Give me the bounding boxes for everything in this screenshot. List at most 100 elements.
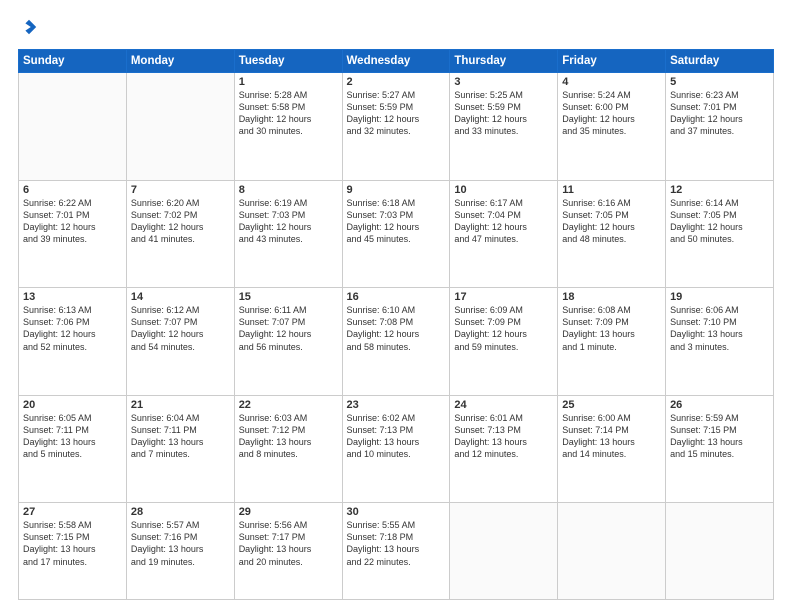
calendar-cell: 18Sunrise: 6:08 AM Sunset: 7:09 PM Dayli… xyxy=(558,288,666,396)
calendar-cell: 6Sunrise: 6:22 AM Sunset: 7:01 PM Daylig… xyxy=(19,180,127,288)
day-number: 30 xyxy=(347,506,446,518)
calendar-cell: 11Sunrise: 6:16 AM Sunset: 7:05 PM Dayli… xyxy=(558,180,666,288)
calendar-cell: 21Sunrise: 6:04 AM Sunset: 7:11 PM Dayli… xyxy=(126,395,234,503)
cell-info: Sunrise: 6:18 AM Sunset: 7:03 PM Dayligh… xyxy=(347,197,446,246)
day-number: 3 xyxy=(454,76,553,88)
calendar-table: SundayMondayTuesdayWednesdayThursdayFrid… xyxy=(18,49,774,600)
cell-info: Sunrise: 6:09 AM Sunset: 7:09 PM Dayligh… xyxy=(454,304,553,353)
cell-info: Sunrise: 5:58 AM Sunset: 7:15 PM Dayligh… xyxy=(23,519,122,568)
calendar-cell: 22Sunrise: 6:03 AM Sunset: 7:12 PM Dayli… xyxy=(234,395,342,503)
cell-info: Sunrise: 6:12 AM Sunset: 7:07 PM Dayligh… xyxy=(131,304,230,353)
day-number: 17 xyxy=(454,291,553,303)
day-number: 9 xyxy=(347,184,446,196)
cell-info: Sunrise: 5:28 AM Sunset: 5:58 PM Dayligh… xyxy=(239,89,338,138)
weekday-header: Saturday xyxy=(666,50,774,73)
cell-info: Sunrise: 5:57 AM Sunset: 7:16 PM Dayligh… xyxy=(131,519,230,568)
calendar-cell: 28Sunrise: 5:57 AM Sunset: 7:16 PM Dayli… xyxy=(126,503,234,600)
day-number: 4 xyxy=(562,76,661,88)
cell-info: Sunrise: 5:25 AM Sunset: 5:59 PM Dayligh… xyxy=(454,89,553,138)
calendar-cell xyxy=(450,503,558,600)
cell-info: Sunrise: 6:23 AM Sunset: 7:01 PM Dayligh… xyxy=(670,89,769,138)
calendar-cell: 8Sunrise: 6:19 AM Sunset: 7:03 PM Daylig… xyxy=(234,180,342,288)
day-number: 15 xyxy=(239,291,338,303)
day-number: 5 xyxy=(670,76,769,88)
day-number: 7 xyxy=(131,184,230,196)
calendar-week-row: 6Sunrise: 6:22 AM Sunset: 7:01 PM Daylig… xyxy=(19,180,774,288)
calendar-cell: 5Sunrise: 6:23 AM Sunset: 7:01 PM Daylig… xyxy=(666,73,774,181)
calendar-cell: 24Sunrise: 6:01 AM Sunset: 7:13 PM Dayli… xyxy=(450,395,558,503)
day-number: 27 xyxy=(23,506,122,518)
day-number: 19 xyxy=(670,291,769,303)
weekday-header: Wednesday xyxy=(342,50,450,73)
page: SundayMondayTuesdayWednesdayThursdayFrid… xyxy=(0,0,792,612)
day-number: 2 xyxy=(347,76,446,88)
day-number: 8 xyxy=(239,184,338,196)
cell-info: Sunrise: 6:00 AM Sunset: 7:14 PM Dayligh… xyxy=(562,412,661,461)
day-number: 26 xyxy=(670,399,769,411)
calendar-cell: 23Sunrise: 6:02 AM Sunset: 7:13 PM Dayli… xyxy=(342,395,450,503)
cell-info: Sunrise: 5:24 AM Sunset: 6:00 PM Dayligh… xyxy=(562,89,661,138)
weekday-header: Friday xyxy=(558,50,666,73)
logo-icon xyxy=(20,18,38,36)
calendar-cell: 20Sunrise: 6:05 AM Sunset: 7:11 PM Dayli… xyxy=(19,395,127,503)
calendar-cell xyxy=(19,73,127,181)
day-number: 21 xyxy=(131,399,230,411)
calendar-cell: 13Sunrise: 6:13 AM Sunset: 7:06 PM Dayli… xyxy=(19,288,127,396)
calendar-cell xyxy=(558,503,666,600)
calendar-week-row: 27Sunrise: 5:58 AM Sunset: 7:15 PM Dayli… xyxy=(19,503,774,600)
cell-info: Sunrise: 5:56 AM Sunset: 7:17 PM Dayligh… xyxy=(239,519,338,568)
cell-info: Sunrise: 6:06 AM Sunset: 7:10 PM Dayligh… xyxy=(670,304,769,353)
cell-info: Sunrise: 6:17 AM Sunset: 7:04 PM Dayligh… xyxy=(454,197,553,246)
calendar-week-row: 1Sunrise: 5:28 AM Sunset: 5:58 PM Daylig… xyxy=(19,73,774,181)
calendar-week-row: 20Sunrise: 6:05 AM Sunset: 7:11 PM Dayli… xyxy=(19,395,774,503)
cell-info: Sunrise: 6:05 AM Sunset: 7:11 PM Dayligh… xyxy=(23,412,122,461)
calendar-cell: 12Sunrise: 6:14 AM Sunset: 7:05 PM Dayli… xyxy=(666,180,774,288)
cell-info: Sunrise: 6:19 AM Sunset: 7:03 PM Dayligh… xyxy=(239,197,338,246)
calendar-cell: 9Sunrise: 6:18 AM Sunset: 7:03 PM Daylig… xyxy=(342,180,450,288)
day-number: 13 xyxy=(23,291,122,303)
calendar-cell: 26Sunrise: 5:59 AM Sunset: 7:15 PM Dayli… xyxy=(666,395,774,503)
calendar-cell xyxy=(666,503,774,600)
day-number: 23 xyxy=(347,399,446,411)
weekday-header: Tuesday xyxy=(234,50,342,73)
calendar-cell: 30Sunrise: 5:55 AM Sunset: 7:18 PM Dayli… xyxy=(342,503,450,600)
cell-info: Sunrise: 5:27 AM Sunset: 5:59 PM Dayligh… xyxy=(347,89,446,138)
calendar-cell: 2Sunrise: 5:27 AM Sunset: 5:59 PM Daylig… xyxy=(342,73,450,181)
calendar-cell: 3Sunrise: 5:25 AM Sunset: 5:59 PM Daylig… xyxy=(450,73,558,181)
calendar-cell xyxy=(126,73,234,181)
cell-info: Sunrise: 6:04 AM Sunset: 7:11 PM Dayligh… xyxy=(131,412,230,461)
cell-info: Sunrise: 5:55 AM Sunset: 7:18 PM Dayligh… xyxy=(347,519,446,568)
cell-info: Sunrise: 5:59 AM Sunset: 7:15 PM Dayligh… xyxy=(670,412,769,461)
calendar-cell: 10Sunrise: 6:17 AM Sunset: 7:04 PM Dayli… xyxy=(450,180,558,288)
calendar-cell: 27Sunrise: 5:58 AM Sunset: 7:15 PM Dayli… xyxy=(19,503,127,600)
calendar-cell: 29Sunrise: 5:56 AM Sunset: 7:17 PM Dayli… xyxy=(234,503,342,600)
cell-info: Sunrise: 6:03 AM Sunset: 7:12 PM Dayligh… xyxy=(239,412,338,461)
cell-info: Sunrise: 6:22 AM Sunset: 7:01 PM Dayligh… xyxy=(23,197,122,246)
calendar-cell: 14Sunrise: 6:12 AM Sunset: 7:07 PM Dayli… xyxy=(126,288,234,396)
day-number: 11 xyxy=(562,184,661,196)
calendar-cell: 17Sunrise: 6:09 AM Sunset: 7:09 PM Dayli… xyxy=(450,288,558,396)
cell-info: Sunrise: 6:01 AM Sunset: 7:13 PM Dayligh… xyxy=(454,412,553,461)
calendar-cell: 7Sunrise: 6:20 AM Sunset: 7:02 PM Daylig… xyxy=(126,180,234,288)
day-number: 20 xyxy=(23,399,122,411)
cell-info: Sunrise: 6:20 AM Sunset: 7:02 PM Dayligh… xyxy=(131,197,230,246)
day-number: 25 xyxy=(562,399,661,411)
cell-info: Sunrise: 6:10 AM Sunset: 7:08 PM Dayligh… xyxy=(347,304,446,353)
weekday-header: Monday xyxy=(126,50,234,73)
day-number: 22 xyxy=(239,399,338,411)
cell-info: Sunrise: 6:13 AM Sunset: 7:06 PM Dayligh… xyxy=(23,304,122,353)
day-number: 28 xyxy=(131,506,230,518)
day-number: 16 xyxy=(347,291,446,303)
day-number: 10 xyxy=(454,184,553,196)
cell-info: Sunrise: 6:08 AM Sunset: 7:09 PM Dayligh… xyxy=(562,304,661,353)
weekday-header: Sunday xyxy=(19,50,127,73)
header xyxy=(18,18,774,41)
calendar-cell: 25Sunrise: 6:00 AM Sunset: 7:14 PM Dayli… xyxy=(558,395,666,503)
cell-info: Sunrise: 6:02 AM Sunset: 7:13 PM Dayligh… xyxy=(347,412,446,461)
day-number: 14 xyxy=(131,291,230,303)
cell-info: Sunrise: 6:16 AM Sunset: 7:05 PM Dayligh… xyxy=(562,197,661,246)
calendar-cell: 1Sunrise: 5:28 AM Sunset: 5:58 PM Daylig… xyxy=(234,73,342,181)
day-number: 24 xyxy=(454,399,553,411)
day-number: 18 xyxy=(562,291,661,303)
day-number: 29 xyxy=(239,506,338,518)
